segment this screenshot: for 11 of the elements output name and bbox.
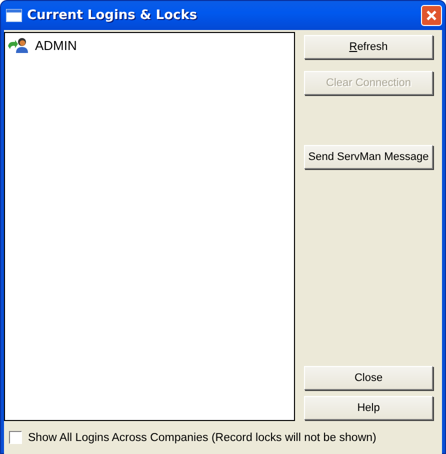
dialog-button[interactable]: Close: [304, 366, 433, 390]
window-title: Current Logins & Locks: [27, 8, 198, 23]
dialog-button[interactable]: Refresh: [304, 35, 433, 59]
dialog-button[interactable]: Send ServMan Message: [304, 145, 433, 169]
login-item[interactable]: ADMIN: [7, 36, 292, 54]
checkbox-label: Show All Logins Across Companies (Record locks will not be shown): [28, 432, 376, 444]
checkbox[interactable]: [9, 431, 22, 444]
close-icon[interactable]: [421, 5, 442, 26]
window-icon: [6, 9, 22, 22]
dialog-button[interactable]: Help: [304, 396, 433, 420]
user-icon: [7, 37, 29, 53]
